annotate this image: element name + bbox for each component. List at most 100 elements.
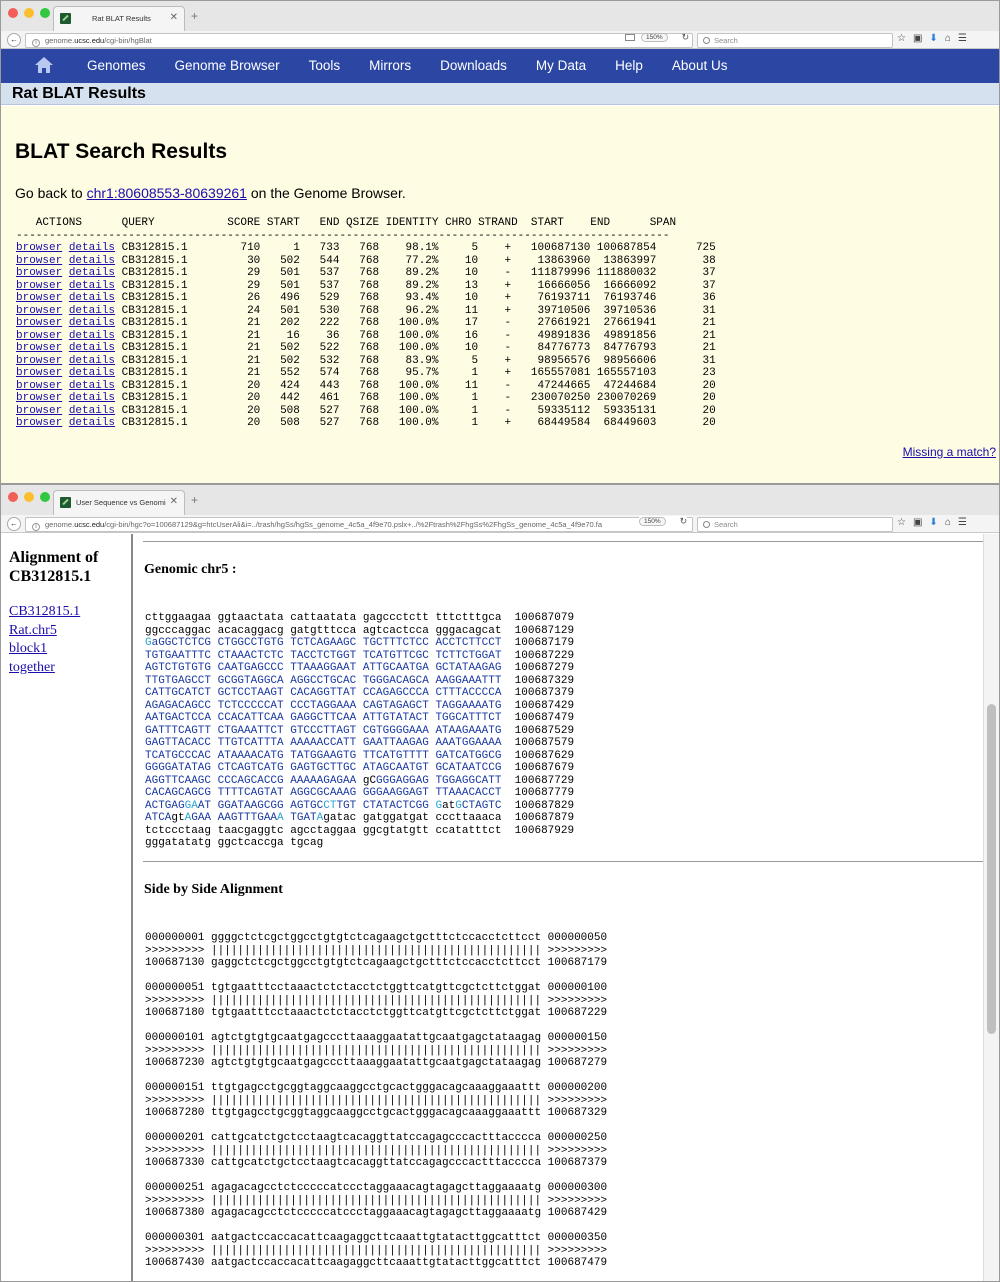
search-input[interactable]: Search bbox=[697, 33, 893, 48]
new-tab-icon[interactable]: + bbox=[191, 493, 198, 507]
info-icon[interactable]: i bbox=[32, 39, 40, 47]
menu-help[interactable]: Help bbox=[615, 49, 643, 83]
browser-link[interactable]: browser bbox=[16, 280, 62, 292]
details-link[interactable]: details bbox=[69, 405, 115, 417]
minimize-window-button[interactable] bbox=[24, 492, 34, 502]
address-bar[interactable]: i genome.ucsc.edu/cgi-bin/hgBlat bbox=[25, 33, 693, 48]
missing-match-link[interactable]: Missing a match? bbox=[903, 445, 996, 459]
side-by-side-alignment: 000000001 ggggctctcgctggcctgtgtctcagaagc… bbox=[145, 932, 607, 1281]
browser-link[interactable]: browser bbox=[16, 242, 62, 254]
maximize-window-button[interactable] bbox=[40, 492, 50, 502]
address-bar[interactable]: i genome.ucsc.edu/cgi-bin/hgc?o=100687129… bbox=[25, 517, 693, 532]
browser-link[interactable]: browser bbox=[16, 355, 62, 367]
link-query-sequence[interactable]: CB312815.1 bbox=[9, 603, 80, 622]
tab-rat-blat-results[interactable]: Rat BLAT Results ✕ bbox=[53, 6, 185, 31]
browser-link[interactable]: browser bbox=[16, 417, 62, 429]
reload-icon[interactable]: ↻ bbox=[682, 32, 690, 43]
minimize-window-button[interactable] bbox=[24, 8, 34, 18]
menu-genome-browser[interactable]: Genome Browser bbox=[175, 49, 280, 83]
details-link[interactable]: details bbox=[69, 305, 115, 317]
browser-link[interactable]: browser bbox=[16, 367, 62, 379]
browser-link[interactable]: browser bbox=[16, 405, 62, 417]
details-link[interactable]: details bbox=[69, 380, 115, 392]
menu-downloads[interactable]: Downloads bbox=[440, 49, 507, 83]
zoom-level-badge[interactable]: 150% bbox=[641, 33, 668, 42]
sequence-segment: 100687529 bbox=[501, 724, 575, 737]
browser-link[interactable]: browser bbox=[16, 255, 62, 267]
close-window-button[interactable] bbox=[8, 492, 18, 502]
menu-genomes[interactable]: Genomes bbox=[87, 49, 146, 83]
home-icon[interactable]: ⌂ bbox=[945, 33, 951, 44]
link-together[interactable]: together bbox=[9, 659, 80, 678]
table-row: browser details CB312815.1 26 496 529 76… bbox=[16, 292, 716, 305]
details-link[interactable]: details bbox=[69, 367, 115, 379]
menu-about-us[interactable]: About Us bbox=[672, 49, 728, 83]
new-tab-icon[interactable]: + bbox=[191, 9, 198, 23]
zoom-level-badge[interactable]: 150% bbox=[639, 517, 666, 526]
sequence-line: AGGTTCAAGC CCCAGCACCG AAAAAGAGAA gCGGGAG… bbox=[145, 775, 574, 788]
ucsc-nav-bar: Genomes Genome Browser Tools Mirrors Dow… bbox=[1, 49, 999, 83]
search-input[interactable]: Search bbox=[697, 517, 893, 532]
tab-close-icon[interactable]: ✕ bbox=[170, 12, 178, 23]
alignment-line: 100687280 ttgtgagcctgcggtaggcaaggcctgcac… bbox=[145, 1107, 608, 1119]
reader-view-icon[interactable] bbox=[625, 34, 635, 41]
details-link[interactable]: details bbox=[69, 330, 115, 342]
clipboard-icon[interactable]: ▣ bbox=[913, 517, 922, 528]
download-icon[interactable]: ⬇ bbox=[929, 33, 937, 44]
alignment-block: 000000001 ggggctctcgctggcctgtgtctcagaagc… bbox=[145, 932, 607, 970]
tab-close-icon[interactable]: ✕ bbox=[170, 496, 178, 507]
menu-icon[interactable]: ☰ bbox=[958, 33, 967, 44]
browser-link[interactable]: browser bbox=[16, 292, 62, 304]
sequence-segment: gC bbox=[362, 774, 377, 787]
tab-user-sequence-vs-genomic[interactable]: User Sequence vs Genomic ✕ bbox=[53, 490, 185, 515]
link-genomic-sequence[interactable]: Rat.chr5 bbox=[9, 622, 80, 641]
sequence-segment: 100687679 bbox=[501, 762, 575, 774]
details-link[interactable]: details bbox=[69, 317, 115, 329]
home-icon[interactable]: ⌂ bbox=[945, 517, 951, 528]
back-arrow-icon[interactable]: ← bbox=[7, 33, 21, 47]
reload-icon[interactable]: ↻ bbox=[680, 516, 688, 527]
url-path: /cgi-bin/hgBlat bbox=[104, 36, 152, 45]
details-link[interactable]: details bbox=[69, 292, 115, 304]
browser-link[interactable]: browser bbox=[16, 392, 62, 404]
menu-icon[interactable]: ☰ bbox=[958, 517, 967, 528]
browser-link[interactable]: browser bbox=[16, 267, 62, 279]
bookmark-star-icon[interactable]: ☆ bbox=[897, 517, 906, 528]
details-link[interactable]: details bbox=[69, 267, 115, 279]
ucsc-home-icon[interactable] bbox=[35, 57, 53, 73]
close-window-button[interactable] bbox=[8, 8, 18, 18]
sequence-segment: gatac gatggatgat cccttaaaca bbox=[323, 812, 502, 824]
genome-position-link[interactable]: chr1:80608553-80639261 bbox=[87, 185, 247, 201]
clipboard-icon[interactable]: ▣ bbox=[913, 33, 922, 44]
table-row: browser details CB312815.1 21 502 532 76… bbox=[16, 355, 716, 368]
alignment-line: 100687130 gaggctctcgctggcctgtgtctcagaagc… bbox=[145, 957, 608, 969]
details-link[interactable]: details bbox=[69, 355, 115, 367]
scrollbar[interactable] bbox=[983, 534, 999, 1281]
details-link[interactable]: details bbox=[69, 417, 115, 429]
menu-my-data[interactable]: My Data bbox=[536, 49, 586, 83]
menu-tools[interactable]: Tools bbox=[309, 49, 341, 83]
browser-link[interactable]: browser bbox=[16, 330, 62, 342]
table-row: browser details CB312815.1 21 16 36 768 … bbox=[16, 330, 716, 343]
maximize-window-button[interactable] bbox=[40, 8, 50, 18]
info-icon[interactable]: i bbox=[32, 523, 40, 531]
bookmark-star-icon[interactable]: ☆ bbox=[897, 33, 906, 44]
details-link[interactable]: details bbox=[69, 342, 115, 354]
details-link[interactable]: details bbox=[69, 242, 115, 254]
browser-link[interactable]: browser bbox=[16, 305, 62, 317]
browser-link[interactable]: browser bbox=[16, 317, 62, 329]
menu-mirrors[interactable]: Mirrors bbox=[369, 49, 411, 83]
details-link[interactable]: details bbox=[69, 392, 115, 404]
sequence-segment: A bbox=[277, 812, 284, 824]
browser-link[interactable]: browser bbox=[16, 342, 62, 354]
details-link[interactable]: details bbox=[69, 280, 115, 292]
browser-link[interactable]: browser bbox=[16, 380, 62, 392]
url-host: ucsc.edu bbox=[74, 520, 105, 529]
navigation-bar: ← i genome.ucsc.edu/cgi-bin/hgc?o=1006871… bbox=[1, 515, 999, 533]
details-link[interactable]: details bbox=[69, 255, 115, 267]
back-arrow-icon[interactable]: ← bbox=[7, 517, 21, 531]
link-block1[interactable]: block1 bbox=[9, 640, 80, 659]
download-icon[interactable]: ⬇ bbox=[929, 517, 937, 528]
row-values: CB312815.1 24 501 530 768 96.2% 11 + 397… bbox=[115, 304, 716, 317]
scrollbar-thumb[interactable] bbox=[987, 704, 996, 1034]
